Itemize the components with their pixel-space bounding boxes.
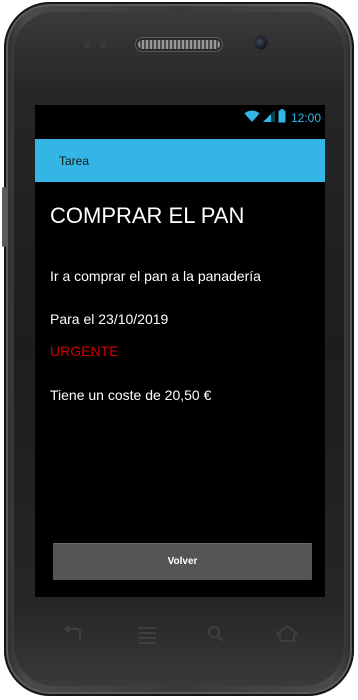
menu-icon[interactable] bbox=[132, 622, 162, 646]
front-camera bbox=[255, 37, 267, 49]
back-button[interactable]: Volver bbox=[53, 543, 312, 580]
task-description: Ir a comprar el pan a la panadería bbox=[50, 268, 261, 284]
volume-key bbox=[2, 187, 6, 247]
device-softkeys bbox=[58, 622, 308, 646]
task-priority: URGENTE bbox=[50, 343, 119, 359]
device-screen: 12:00 Tarea COMPRAR EL PAN Ir a comprar … bbox=[35, 105, 325, 597]
task-cost: Tiene un coste de 20,50 € bbox=[50, 387, 212, 403]
signal-icon bbox=[262, 109, 275, 128]
proximity-sensor bbox=[84, 42, 90, 48]
action-bar-title: Tarea bbox=[59, 154, 90, 168]
wifi-icon bbox=[244, 109, 260, 128]
battery-icon bbox=[278, 108, 286, 128]
status-icons: 12:00 bbox=[244, 108, 321, 128]
back-icon[interactable] bbox=[58, 622, 88, 646]
status-time: 12:00 bbox=[290, 111, 321, 125]
home-icon[interactable] bbox=[272, 622, 302, 646]
task-date: Para el 23/10/2019 bbox=[50, 311, 169, 327]
earpiece-speaker bbox=[138, 40, 220, 49]
task-title: COMPRAR EL PAN bbox=[50, 203, 245, 228]
status-bar: 12:00 bbox=[35, 105, 325, 132]
search-icon[interactable] bbox=[201, 622, 231, 646]
action-bar: Tarea bbox=[35, 139, 325, 182]
light-sensor bbox=[100, 42, 106, 48]
